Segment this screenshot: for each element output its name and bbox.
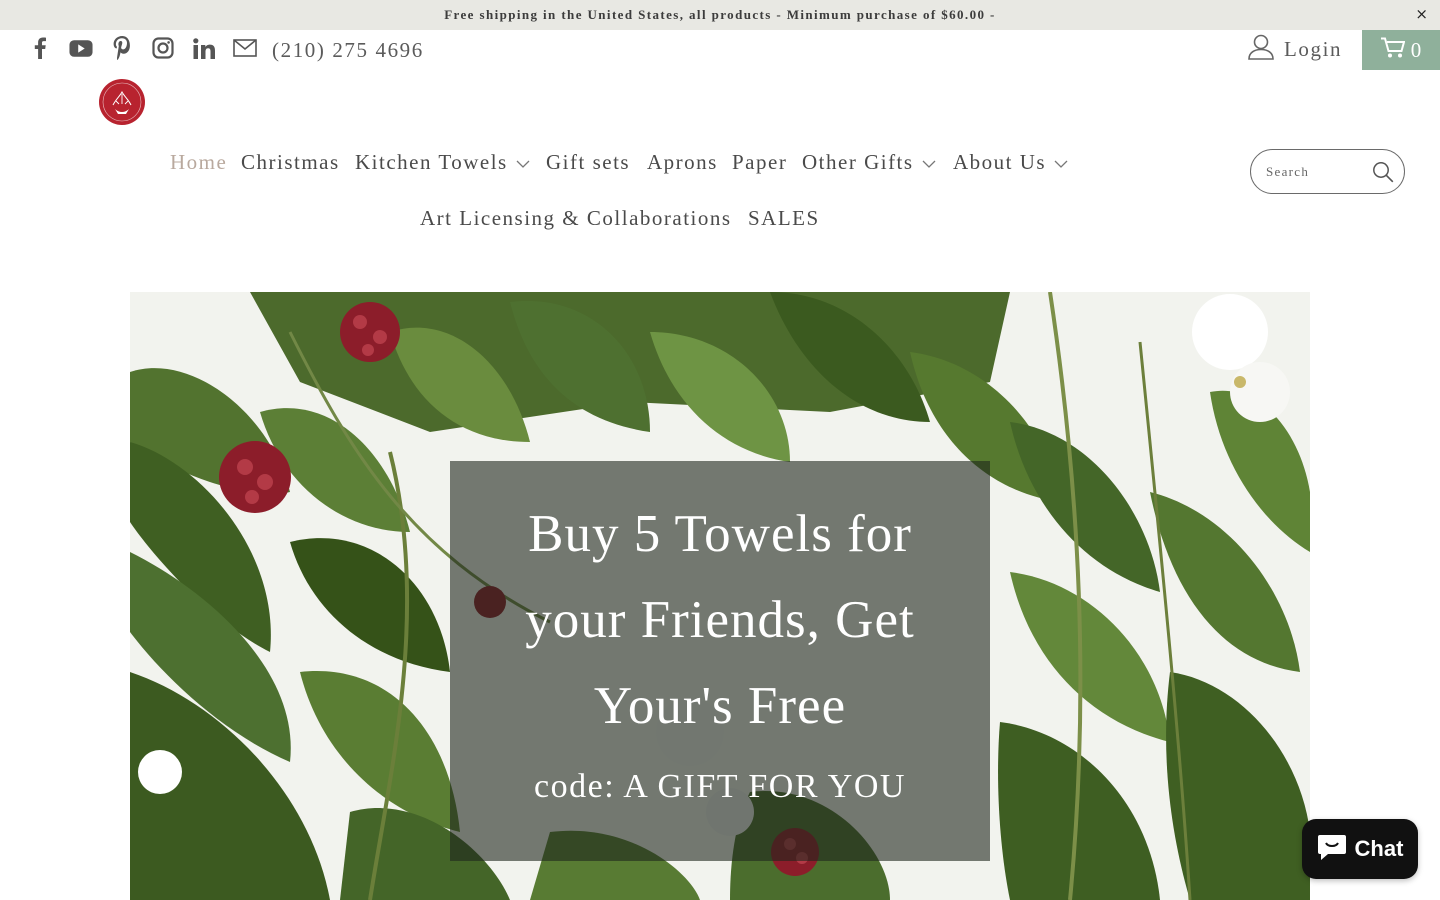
search-box [1250,149,1405,194]
hero-title-line: your Friends, Get [525,591,915,649]
nav-label: Gift sets [546,150,631,174]
nav-item-other-gifts[interactable]: Other Gifts [802,150,936,175]
chat-button[interactable]: Chat [1302,819,1418,879]
nav-item-sales[interactable]: SALES [748,206,820,231]
chat-bubble-icon [1317,833,1347,866]
announcement-bar: Free shipping in the United States, all … [0,0,1440,30]
youtube-icon[interactable] [69,36,93,60]
hero-promo-box: Buy 5 Towels for your Friends, Get Your'… [450,461,990,861]
utility-bar: (210) 275 4696 Login 0 [0,30,1440,70]
nav-item-home[interactable]: Home [170,150,227,175]
hero-title-line: Buy 5 Towels for [528,505,912,563]
nav-item-gift-sets[interactable]: Gift sets [546,150,630,175]
instagram-icon[interactable] [151,36,175,60]
nav-item-art-licensing[interactable]: Art Licensing & Collaborations [420,206,732,231]
cart-count: 0 [1410,37,1422,62]
hero-title: Buy 5 Towels for your Friends, Get Your'… [450,491,990,749]
search-input[interactable] [1266,160,1366,184]
nav-item-kitchen-towels[interactable]: Kitchen Towels [355,150,530,175]
hero-subtitle: code: A GIFT FOR YOU [534,768,906,805]
nav-label: Kitchen Towels [355,150,508,174]
chevron-down-icon [922,150,936,175]
pinterest-icon[interactable] [110,36,134,60]
mail-icon[interactable] [233,36,257,60]
announcement-text: Free shipping in the United States, all … [444,7,996,22]
nav-item-aprons[interactable]: Aprons [647,150,718,175]
hero-banner[interactable]: Buy 5 Towels for your Friends, Get Your'… [130,292,1310,900]
nav-item-about-us[interactable]: About Us [953,150,1068,175]
login-link[interactable]: Login [1248,34,1342,65]
facebook-icon[interactable] [28,36,52,60]
social-links [28,36,274,60]
nav-label: Christmas [241,150,340,174]
nav-label: Other Gifts [802,150,914,174]
login-label: Login [1284,37,1343,61]
nav-label: SALES [748,206,820,230]
nav-label: About Us [953,150,1047,174]
user-icon [1248,34,1274,65]
nav-item-christmas[interactable]: Christmas [241,150,340,175]
site-logo[interactable] [99,79,145,125]
announcement-close-button[interactable]: × [1415,5,1428,23]
nav-label: Home [170,150,228,174]
phone-number[interactable]: (210) 275 4696 [272,38,424,63]
linkedin-icon[interactable] [192,36,216,60]
chat-label: Chat [1354,836,1404,861]
nav-item-paper[interactable]: Paper [732,150,787,175]
chevron-down-icon [1054,150,1068,175]
cart-button[interactable]: 0 [1362,30,1440,70]
nav-label: Aprons [647,150,718,174]
search-icon[interactable] [1372,161,1394,183]
nav-label: Paper [732,150,788,174]
cart-icon [1380,37,1406,64]
hero-title-line: Your's Free [593,677,847,735]
nav-label: Art Licensing & Collaborations [420,206,732,230]
chevron-down-icon [516,150,530,175]
